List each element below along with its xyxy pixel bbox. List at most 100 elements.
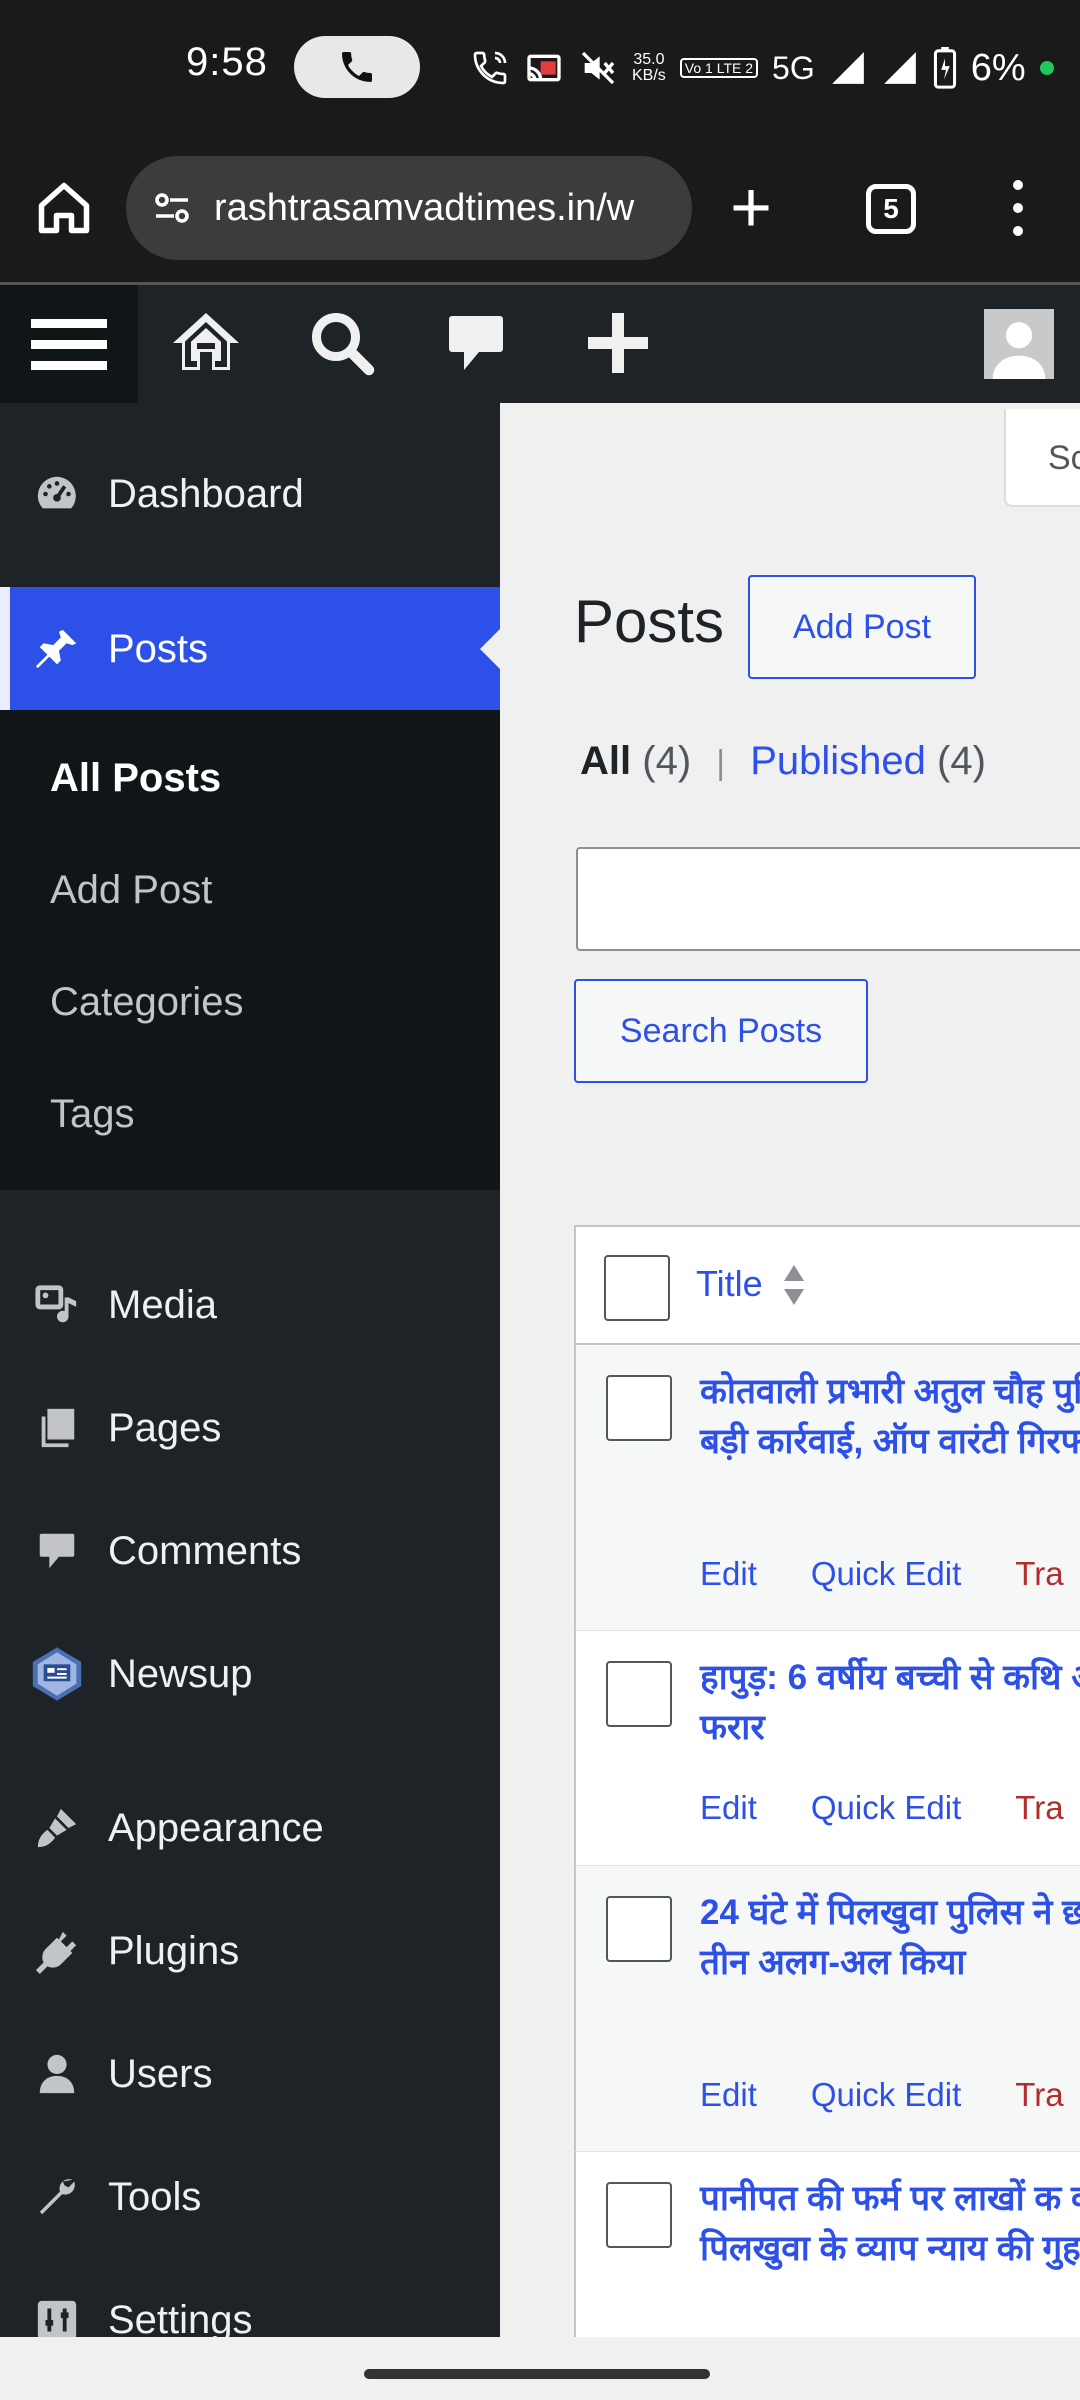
table-row: कोतवाली प्रभारी अतुल चौह पुलिस की बड़ी क… — [574, 1345, 1080, 1631]
browser-menu-button[interactable] — [1010, 180, 1026, 236]
sidebar-label-newsup: Newsup — [108, 1651, 253, 1696]
sidebar-label-appearance: Appearance — [108, 1805, 324, 1850]
cast-icon — [527, 54, 561, 82]
network-speed: 35.0 KB/s — [632, 52, 666, 84]
filter-all-label[interactable]: All — [580, 739, 631, 783]
post-title-link[interactable]: पानीपत की फर्म पर लाखों क का आरोप, पिलखु… — [700, 2174, 1080, 2274]
status-time: 9:58 — [186, 40, 268, 84]
row-checkbox[interactable] — [606, 1375, 672, 1441]
main-content: Sc Posts Add Post All (4) | Published (4… — [500, 403, 1080, 2337]
post-title-link[interactable]: 24 घंटे में पिलखुवा पुलिस ने छात्राओं को… — [700, 1888, 1080, 1988]
current-arrow — [480, 629, 500, 669]
row-actions: Edit Quick Edit Tra — [700, 1789, 1080, 1827]
posts-table: Title कोतवाली प्रभारी अतुल चौह पुलिस की … — [574, 1225, 1080, 2337]
address-bar[interactable]: rashtrasamvadtimes.in/w — [126, 156, 692, 260]
comment-icon — [39, 1533, 75, 1569]
sidebar-label-settings: Settings — [108, 2297, 253, 2342]
active-indicator — [0, 587, 10, 711]
user-icon — [39, 2054, 75, 2094]
site-settings-icon[interactable] — [148, 184, 196, 232]
status-icons: 35.0 KB/s Vo 1 LTE 2 5G 6% — [470, 40, 1054, 96]
avatar[interactable] — [984, 309, 1054, 379]
row-checkbox[interactable] — [606, 1661, 672, 1727]
edit-link[interactable]: Edit — [700, 1789, 757, 1826]
filter-published-link[interactable]: Published — [750, 739, 926, 783]
quick-edit-link[interactable]: Quick Edit — [811, 1789, 961, 1826]
sidebar-item-users[interactable]: Users — [0, 2019, 500, 2129]
page-title: Posts — [574, 588, 725, 655]
trash-link[interactable]: Tra — [1015, 1789, 1063, 1826]
screen-options-tab[interactable]: Sc — [1004, 409, 1080, 507]
trash-link[interactable]: Tra — [1015, 2076, 1063, 2113]
privacy-dot — [1039, 61, 1054, 75]
sidebar-label-users: Users — [108, 2051, 213, 2096]
browser-toolbar: rashtrasamvadtimes.in/w + 5 — [0, 136, 1080, 284]
sidebar-item-media[interactable]: Media — [0, 1250, 500, 1360]
paintbrush-icon — [37, 1808, 77, 1848]
mute-icon — [581, 51, 615, 85]
sidebar-item-dashboard[interactable]: Dashboard — [0, 439, 500, 549]
tab-switcher-button[interactable]: 5 — [866, 184, 916, 234]
row-actions: Edit Quick Edit Tra — [700, 2076, 1080, 2114]
site-home-icon[interactable] — [170, 307, 242, 379]
speed-value: 35.0 — [633, 51, 665, 68]
column-title-sort[interactable]: Title — [696, 1263, 763, 1305]
plug-icon — [35, 1931, 77, 1974]
newsup-logo-icon — [32, 1647, 82, 1701]
posts-submenu: All Posts Add Post Categories Tags — [0, 710, 500, 1190]
new-content-icon[interactable] — [582, 307, 654, 379]
row-actions: Edit Quick Edit Tra — [700, 1555, 1080, 1593]
menu-toggle-button[interactable] — [0, 285, 138, 403]
trash-link[interactable]: Tra — [1015, 1555, 1063, 1592]
submenu-add-post[interactable]: Add Post — [50, 868, 212, 913]
speed-unit: KB/s — [632, 67, 666, 84]
signal-icon-2 — [883, 52, 916, 84]
post-status-filters: All (4) | Published (4) — [580, 739, 986, 784]
filter-published-count: (4) — [937, 739, 986, 783]
volte-badge: Vo 1 LTE 2 — [679, 58, 759, 78]
sidebar-label-comments: Comments — [108, 1528, 302, 1573]
filter-all-count: (4) — [642, 739, 692, 783]
sidebar-item-appearance[interactable]: Appearance — [0, 1773, 500, 1883]
edit-link[interactable]: Edit — [700, 1555, 757, 1592]
submenu-tags[interactable]: Tags — [50, 1092, 135, 1137]
sidebar-label-media: Media — [108, 1282, 217, 1327]
sidebar-item-newsup[interactable]: Newsup — [0, 1619, 500, 1729]
search-input[interactable] — [576, 847, 1080, 951]
home-icon[interactable] — [34, 178, 94, 238]
post-title-link[interactable]: हापुड़: 6 वर्षीय बच्ची से कथि आरोपी फरार — [700, 1653, 1080, 1753]
sort-icon[interactable] — [782, 1263, 806, 1307]
url-text[interactable]: rashtrasamvadtimes.in/w — [214, 187, 634, 230]
add-post-button[interactable]: Add Post — [748, 575, 976, 679]
row-checkbox[interactable] — [606, 2182, 672, 2248]
table-row: पानीपत की फर्म पर लाखों क का आरोप, पिलखु… — [574, 2152, 1080, 2337]
dashboard-icon — [37, 476, 76, 509]
sidebar-label-dashboard: Dashboard — [108, 471, 304, 516]
table-header: Title — [574, 1225, 1080, 1345]
sidebar-item-tools[interactable]: Tools — [0, 2142, 500, 2252]
network-type: 5G — [772, 49, 815, 86]
submenu-categories[interactable]: Categories — [50, 980, 243, 1025]
comments-icon[interactable] — [440, 307, 512, 379]
ongoing-call-chip[interactable] — [294, 36, 420, 98]
sidebar-item-posts[interactable]: Posts — [0, 587, 500, 711]
post-title-link[interactable]: कोतवाली प्रभारी अतुल चौह पुलिस की बड़ी क… — [700, 1367, 1080, 1467]
battery-icon — [933, 47, 956, 89]
sidebar-item-pages[interactable]: Pages — [0, 1373, 500, 1483]
new-tab-button[interactable]: + — [730, 172, 772, 244]
wifi-call-icon — [473, 51, 507, 85]
search-posts-button[interactable]: Search Posts — [574, 979, 868, 1083]
select-all-checkbox[interactable] — [604, 1255, 670, 1321]
search-icon[interactable] — [306, 307, 378, 379]
sidebar-item-comments[interactable]: Comments — [0, 1496, 500, 1606]
submenu-all-posts[interactable]: All Posts — [50, 756, 221, 801]
quick-edit-link[interactable]: Quick Edit — [811, 1555, 961, 1592]
battery-percent: 6% — [970, 46, 1026, 89]
sidebar-label-posts: Posts — [108, 626, 209, 671]
home-gesture-handle[interactable] — [364, 2369, 710, 2379]
pages-icon — [41, 1408, 75, 1448]
sidebar-item-plugins[interactable]: Plugins — [0, 1896, 500, 2006]
edit-link[interactable]: Edit — [700, 2076, 757, 2113]
row-checkbox[interactable] — [606, 1896, 672, 1962]
quick-edit-link[interactable]: Quick Edit — [811, 2076, 961, 2113]
